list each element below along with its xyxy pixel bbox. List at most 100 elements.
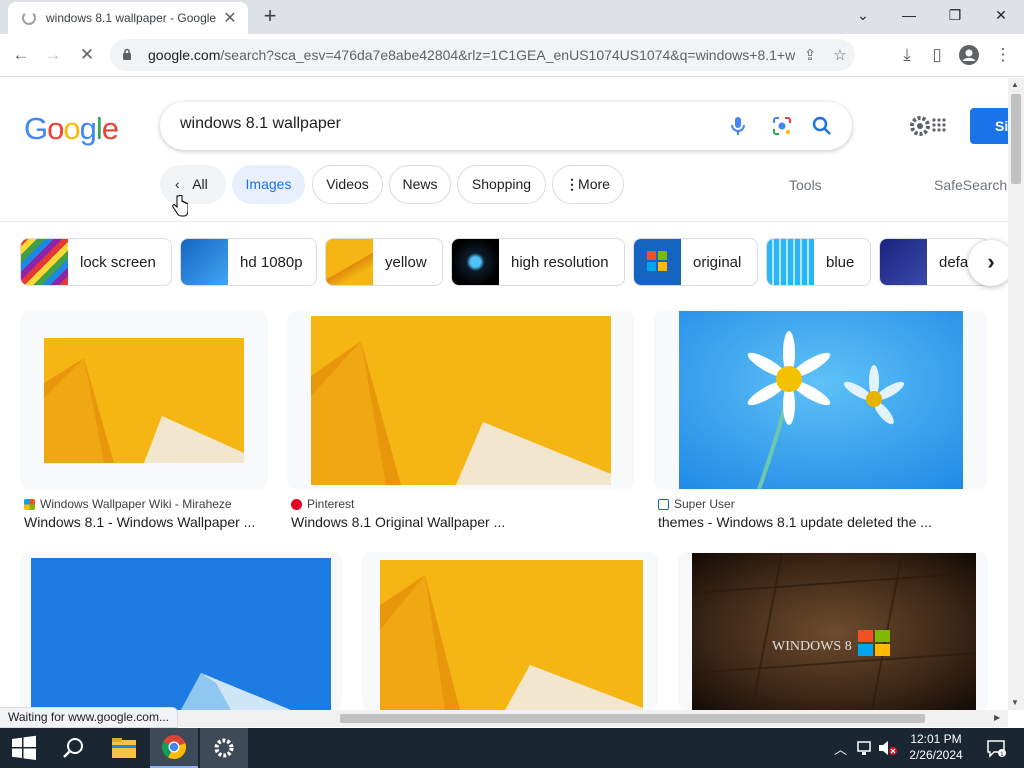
- image-result-5[interactable]: [362, 552, 658, 710]
- header-divider: [0, 221, 1008, 222]
- image-result-6[interactable]: WINDOWS 8: [678, 552, 988, 710]
- search-icon: [63, 738, 83, 758]
- pinterest-icon: [291, 498, 302, 510]
- back-button[interactable]: ←: [6, 40, 36, 70]
- image-result-4[interactable]: [20, 552, 342, 710]
- volume-muted-icon[interactable]: [878, 740, 898, 756]
- tab-all[interactable]: ‹ All: [160, 165, 226, 204]
- microphone-icon[interactable]: [726, 114, 750, 138]
- tab-title: windows 8.1 wallpaper - Google: [46, 11, 217, 25]
- browser-toolbar: ← → ✕ google.com/search?sca_esv=476da7e8…: [0, 34, 1024, 77]
- stop-loading-button[interactable]: ✕: [72, 40, 102, 70]
- menu-kebab-icon[interactable]: ⋮: [988, 40, 1018, 70]
- search-icon[interactable]: [810, 114, 834, 138]
- scroll-up-icon[interactable]: ▲: [1011, 80, 1019, 89]
- url-text[interactable]: google.com/search?sca_esv=476da7e8abe428…: [148, 47, 795, 63]
- address-bar[interactable]: google.com/search?sca_esv=476da7e8abe428…: [110, 39, 855, 71]
- horizontal-scroll-thumb[interactable]: [340, 714, 925, 723]
- new-tab-button[interactable]: +: [258, 4, 282, 28]
- result-image[interactable]: [380, 560, 643, 710]
- close-tab-icon[interactable]: ✕: [222, 8, 238, 28]
- windows8-image-text: WINDOWS 8: [772, 639, 852, 654]
- browser-tab[interactable]: windows 8.1 wallpaper - Google ✕: [8, 2, 248, 34]
- refine-chip-high-resolution[interactable]: high resolution: [451, 238, 625, 286]
- refine-chip-blue[interactable]: blue: [766, 238, 871, 286]
- bookmark-star-icon[interactable]: ☆: [825, 46, 855, 64]
- tools-button[interactable]: Tools: [789, 177, 822, 193]
- windows-taskbar: ︿ 12:01 PM 2/26/2024 1: [0, 728, 1024, 768]
- result-title[interactable]: Windows 8.1 Original Wallpaper ...: [291, 514, 505, 530]
- result-title[interactable]: Windows 8.1 - Windows Wallpaper ...: [24, 514, 255, 530]
- refine-chip-yellow[interactable]: yellow: [325, 238, 443, 286]
- folder-icon: [112, 738, 136, 758]
- google-apps-icon[interactable]: [932, 118, 946, 132]
- refine-chip-original[interactable]: original: [633, 238, 758, 286]
- hand-cursor-icon: [172, 195, 188, 217]
- vertical-scroll-thumb[interactable]: [1011, 94, 1021, 184]
- chip-thumbnail: [21, 239, 68, 285]
- result-image[interactable]: [31, 558, 331, 710]
- close-window-button[interactable]: ✕: [978, 0, 1024, 30]
- more-dots-icon: ⋮: [565, 176, 579, 192]
- tab-strip: windows 8.1 wallpaper - Google ✕ + ⌄ — ❐…: [0, 0, 1024, 34]
- result-image[interactable]: [311, 316, 611, 485]
- result-source[interactable]: Super User: [658, 497, 735, 511]
- vertical-scrollbar[interactable]: ▲ ▼: [1008, 78, 1024, 710]
- result-title[interactable]: themes - Windows 8.1 update deleted the …: [658, 514, 932, 530]
- restore-button[interactable]: ❐: [932, 0, 978, 30]
- network-icon[interactable]: [856, 740, 874, 756]
- result-source[interactable]: Windows Wallpaper Wiki - Miraheze: [24, 497, 232, 511]
- result-image[interactable]: [44, 338, 244, 463]
- status-bubble: Waiting for www.google.com...: [0, 707, 178, 728]
- chevron-right-icon: ›: [987, 249, 995, 274]
- chrome-taskbar-button[interactable]: [150, 728, 198, 768]
- forward-button[interactable]: →: [38, 40, 68, 70]
- search-box[interactable]: [160, 102, 852, 150]
- file-explorer-button[interactable]: [100, 728, 148, 768]
- image-result-1[interactable]: [20, 311, 268, 489]
- chip-thumbnail: [452, 239, 499, 285]
- refine-chip-hd-1080p[interactable]: hd 1080p: [180, 238, 317, 286]
- side-panel-icon[interactable]: ▯: [922, 40, 952, 70]
- settings-taskbar-button[interactable]: [200, 728, 248, 768]
- tab-more[interactable]: ⋮ More: [552, 165, 624, 204]
- image-result-2[interactable]: [287, 311, 634, 489]
- tab-news[interactable]: News: [389, 165, 451, 204]
- settings-gear-icon[interactable]: [908, 114, 932, 138]
- safesearch-button[interactable]: SafeSearch: [934, 177, 1007, 193]
- share-icon[interactable]: ⇪: [795, 46, 825, 64]
- settings-gear-icon: [214, 738, 234, 758]
- minimize-button[interactable]: —: [886, 0, 932, 30]
- windows-logo-icon: [12, 735, 36, 760]
- profile-avatar[interactable]: [954, 40, 984, 70]
- chrome-icon: [161, 735, 187, 760]
- taskbar-search-button[interactable]: [50, 728, 98, 768]
- google-logo[interactable]: Google: [24, 111, 119, 147]
- site-favicon-icon: [24, 498, 35, 510]
- clock[interactable]: 12:01 PM 2/26/2024: [906, 731, 966, 763]
- image-result-3[interactable]: [654, 311, 987, 489]
- chip-thumbnail: [326, 239, 373, 285]
- scroll-down-icon[interactable]: ▼: [1011, 698, 1019, 707]
- chip-thumbnail: [634, 239, 681, 285]
- result-image[interactable]: [679, 311, 963, 489]
- tab-search-icon[interactable]: ⌄: [840, 0, 886, 30]
- tab-images[interactable]: Images: [232, 165, 305, 204]
- scroll-right-icon[interactable]: ▶: [994, 713, 1000, 722]
- tab-shopping[interactable]: Shopping: [457, 165, 546, 204]
- download-icon[interactable]: ⤓: [892, 40, 922, 70]
- chip-thumbnail: [880, 239, 927, 285]
- superuser-icon: [658, 498, 669, 510]
- refine-chip-lock-screen[interactable]: lock screen: [20, 238, 172, 286]
- chip-thumbnail: [767, 239, 814, 285]
- lens-camera-icon[interactable]: [770, 114, 794, 138]
- show-hidden-icons-icon[interactable]: ︿: [834, 739, 847, 758]
- tab-videos[interactable]: Videos: [312, 165, 383, 204]
- lock-icon[interactable]: [122, 48, 136, 63]
- start-button[interactable]: [0, 728, 48, 768]
- notifications-icon[interactable]: 1: [986, 738, 1006, 758]
- search-input[interactable]: [180, 115, 700, 133]
- result-source[interactable]: Pinterest: [291, 497, 354, 511]
- result-image[interactable]: WINDOWS 8: [692, 553, 976, 710]
- loading-spinner-icon: [22, 11, 36, 25]
